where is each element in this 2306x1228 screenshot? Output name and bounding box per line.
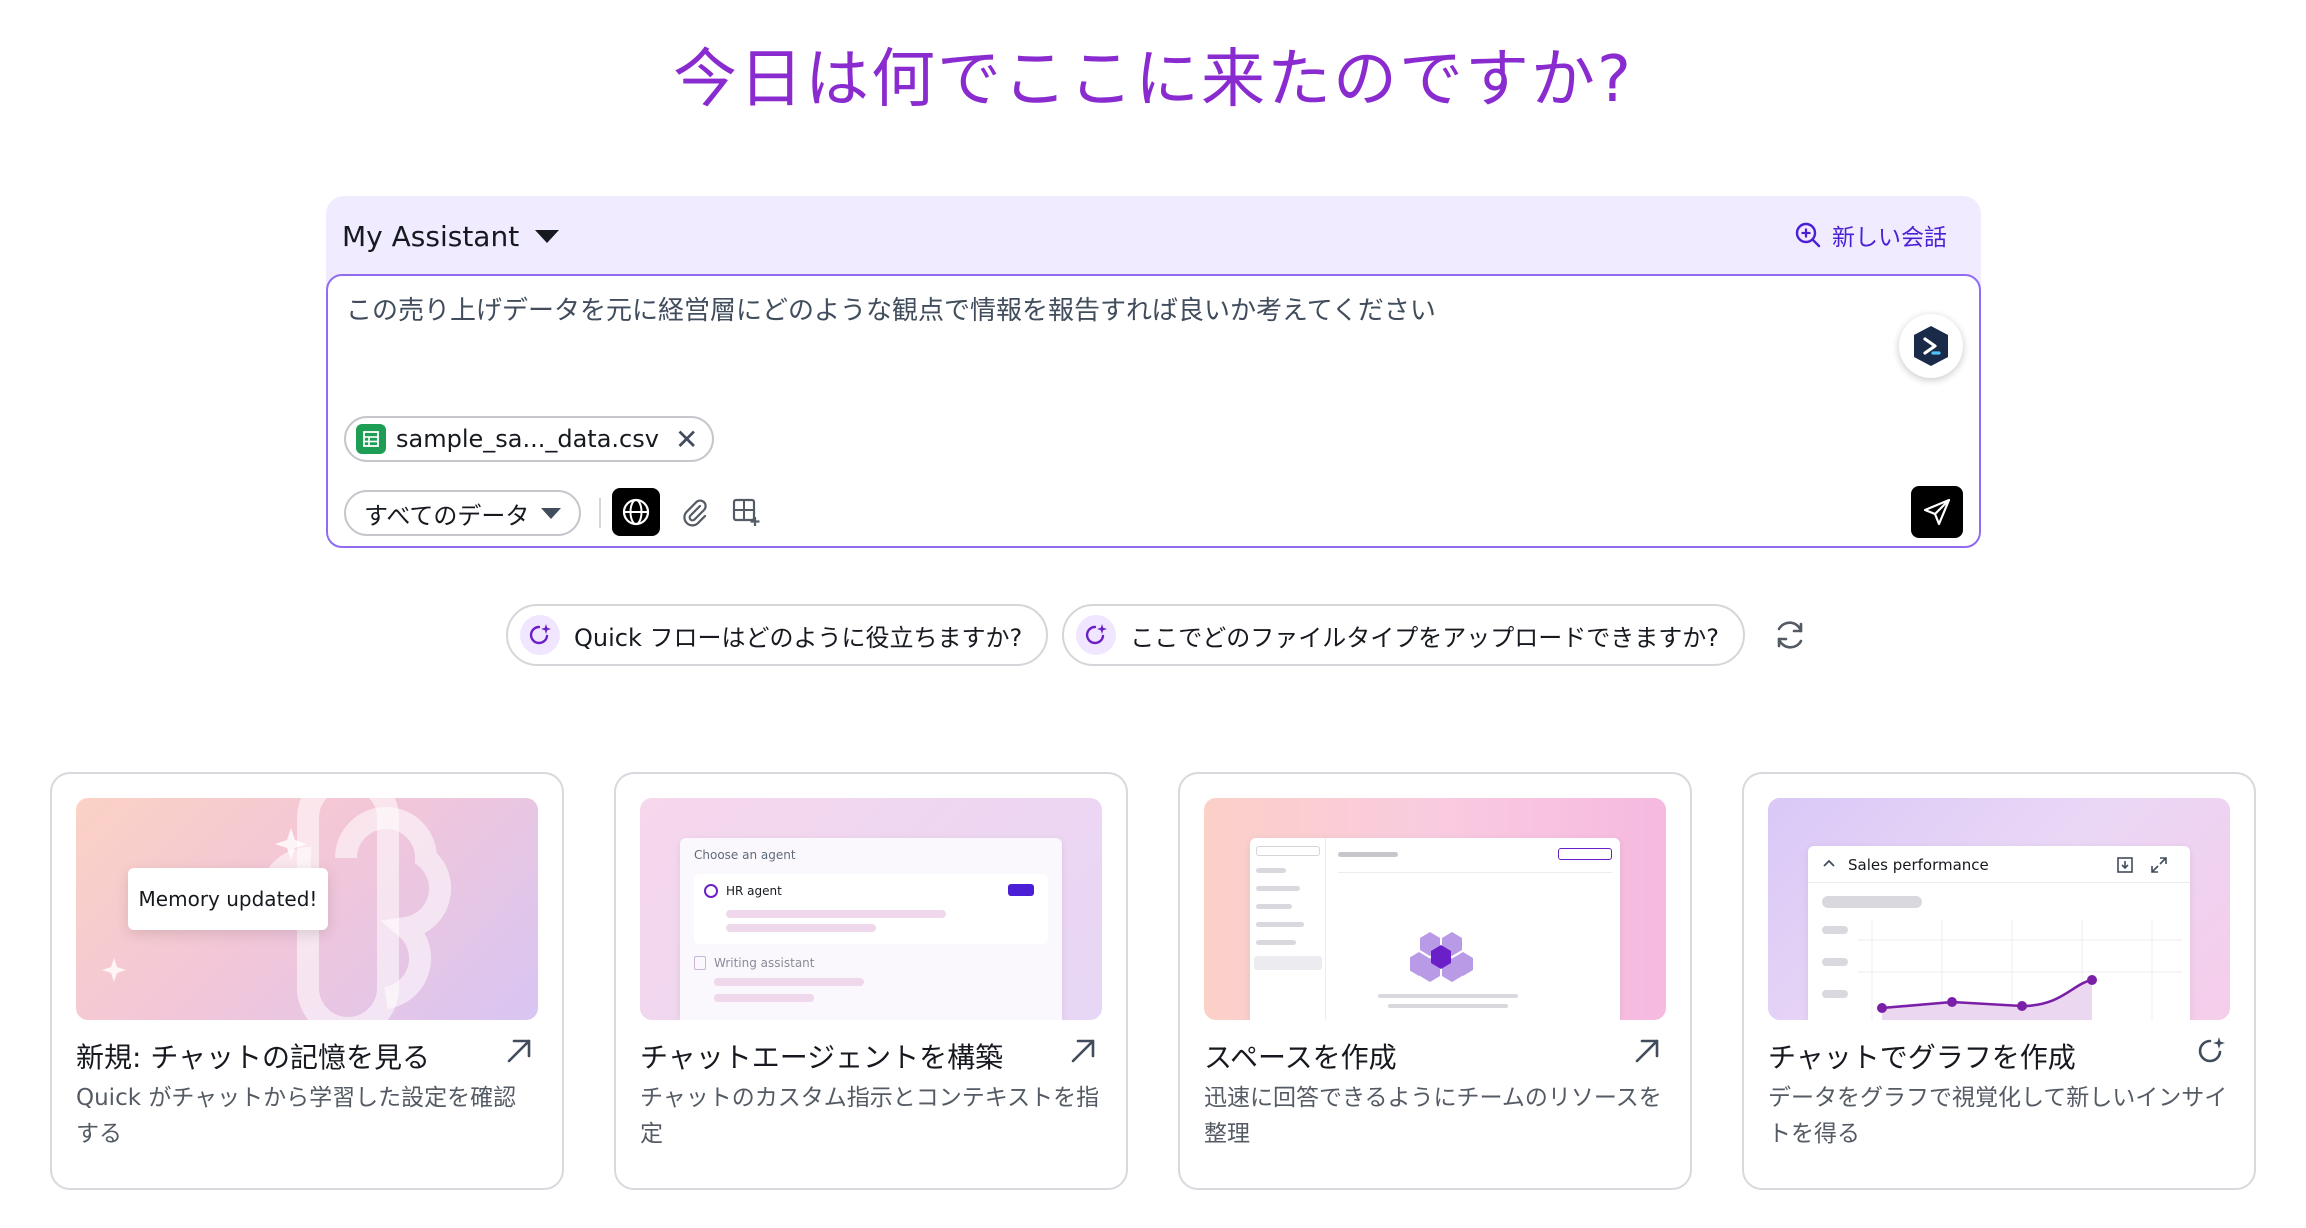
- assistant-select[interactable]: My Assistant: [342, 218, 560, 254]
- bot-icon: [1914, 326, 1948, 366]
- card-create-space[interactable]: スペースを作成 迅速に回答できるようにチームのリソースを整理: [1178, 772, 1692, 1190]
- placeholder-bar: [1256, 868, 1286, 873]
- suggestion-list: Quick フローはどのように役立ちますか? ここでどのファイルタイプをアップロ…: [506, 604, 1815, 666]
- card-description: チャットのカスタム指示とコンテキストを指定: [640, 1085, 1100, 1147]
- web-search-toggle[interactable]: [612, 488, 660, 536]
- smile-icon: [704, 884, 718, 898]
- data-scope-value: すべてのデータ: [364, 501, 530, 530]
- send-button[interactable]: [1911, 486, 1963, 538]
- spreadsheet-icon: [356, 424, 386, 454]
- card-title: チャットでグラフを作成: [1768, 1041, 2076, 1074]
- close-icon[interactable]: ✕: [675, 423, 698, 456]
- page-title: 今日は何でここに来たのですか?: [673, 43, 1633, 117]
- line-chart-preview: [1822, 920, 2182, 1020]
- chart-window-title: Sales performance: [1848, 856, 1989, 874]
- placeholder-bar: [726, 924, 876, 932]
- spark-refresh-icon: [2198, 1037, 2225, 1063]
- download-icon: [2117, 857, 2133, 873]
- placeholder-bar: [1256, 904, 1292, 909]
- placeholder-bar: [1388, 1004, 1508, 1008]
- agent-selected-tag: [1008, 884, 1034, 896]
- card-title: チャットエージェントを構築: [640, 1041, 1004, 1074]
- document-icon: [694, 956, 706, 970]
- refresh-suggestions-button[interactable]: [1765, 610, 1815, 660]
- chat-composer: My Assistant 新しい会話 この売り上げデータを元に経営層にどのような…: [326, 196, 1981, 548]
- spaces-window: [1250, 838, 1620, 1020]
- suggestion-chip[interactable]: ここでどのファイルタイプをアップロードできますか?: [1062, 604, 1745, 666]
- placeholder-bar: [726, 910, 946, 918]
- card-title: スペースを作成: [1204, 1041, 1397, 1074]
- card-illustration: [1204, 798, 1666, 1020]
- prompt-text[interactable]: この売り上げデータを元に経営層にどのような観点で情報を報告すれば良いか考えてくだ…: [346, 290, 1846, 327]
- placeholder-bar: [1256, 922, 1304, 927]
- prompt-input[interactable]: この売り上げデータを元に経営層にどのような観点で情報を報告すれば良いか考えてくだ…: [326, 274, 1981, 548]
- chart-window: Sales performance: [1808, 846, 2190, 1020]
- memory-updated-toast: Memory updated!: [128, 868, 328, 930]
- chevron-down-icon: [535, 229, 560, 243]
- chevron-up-icon: [1823, 859, 1835, 867]
- card-title: 新規: チャットの記憶を見る: [76, 1041, 431, 1074]
- globe-icon: [622, 498, 650, 526]
- paperclip-icon: [683, 499, 707, 527]
- data-scope-select[interactable]: すべてのデータ: [344, 490, 582, 536]
- expand-icon: [2151, 857, 2167, 873]
- window-divider: [1808, 882, 2190, 883]
- table-divider: [1338, 872, 1612, 873]
- chevron-down-icon: [541, 507, 562, 519]
- sparkle-icon: [1076, 615, 1117, 655]
- add-button: [1558, 848, 1612, 860]
- card-description: Quick がチャットから学習した設定を確認する: [76, 1085, 517, 1147]
- card-chat-graph[interactable]: Sales performance チャットでグラフを作成 データをグラフで視覚…: [1742, 772, 2256, 1190]
- card-illustration: Sales performance: [1768, 798, 2230, 1020]
- placeholder-bar: [1256, 886, 1300, 891]
- arrow-up-right-icon: [507, 1039, 531, 1063]
- attachment-chip[interactable]: sample_sa..._data.csv ✕: [344, 416, 715, 462]
- toolbar-divider: [599, 498, 601, 528]
- suggestion-chip[interactable]: Quick フローはどのように役立ちますか?: [506, 604, 1049, 666]
- agent-option-hr: HR agent: [694, 874, 1048, 944]
- new-chat-button[interactable]: 新しい会話: [1794, 218, 1947, 252]
- add-grid-icon: [732, 498, 760, 526]
- agent-picker-header: Choose an agent: [694, 848, 796, 862]
- placeholder-bar: [714, 978, 864, 986]
- placeholder-bar: [1378, 994, 1518, 998]
- search-input: [1256, 846, 1320, 856]
- attach-file-button[interactable]: [670, 488, 718, 536]
- card-illustration: Choose an agent HR agent Writing assista…: [640, 798, 1102, 1020]
- spaces-sidebar: [1250, 838, 1326, 1020]
- assistant-bot-button[interactable]: [1899, 314, 1963, 378]
- arrow-up-right-icon: [1635, 1039, 1659, 1063]
- add-widget-button[interactable]: [722, 488, 770, 536]
- composer-header: My Assistant 新しい会話: [326, 196, 1981, 274]
- placeholder-bar: [714, 994, 814, 1002]
- agent-option-label: HR agent: [726, 884, 782, 898]
- assistant-label: My Assistant: [342, 219, 520, 253]
- send-icon: [1923, 498, 1951, 526]
- hexagon-cluster-icon: [1410, 932, 1473, 982]
- new-chat-label: 新しい会話: [1832, 225, 1947, 251]
- suggestion-label: ここでどのファイルタイプをアップロードできますか?: [1130, 623, 1719, 652]
- selected-space-item: [1254, 956, 1322, 970]
- arrow-up-right-icon: [1071, 1039, 1095, 1063]
- card-illustration: Memory updated!: [76, 798, 538, 1020]
- zoom-plus-icon: [1795, 222, 1821, 248]
- refresh-icon: [1777, 621, 1803, 649]
- suggestion-label: Quick フローはどのように役立ちますか?: [574, 623, 1023, 652]
- agent-picker-window: Choose an agent HR agent Writing assista…: [680, 838, 1062, 1020]
- card-description: 迅速に回答できるようにチームのリソースを整理: [1204, 1085, 1662, 1147]
- sparkle-icon: [520, 615, 560, 655]
- agent-option-label: Writing assistant: [714, 956, 815, 970]
- card-build-agent[interactable]: Choose an agent HR agent Writing assista…: [614, 772, 1128, 1190]
- placeholder-bar: [1822, 896, 1922, 908]
- card-description: データをグラフで視覚化して新しいインサイトを得る: [1768, 1085, 2228, 1147]
- placeholder-bar: [1256, 940, 1296, 945]
- attachment-filename: sample_sa..._data.csv: [396, 425, 659, 453]
- card-chat-memory[interactable]: Memory updated! 新規: チャットの記憶を見る Quick がチャ…: [50, 772, 564, 1190]
- placeholder-bar: [1338, 852, 1398, 857]
